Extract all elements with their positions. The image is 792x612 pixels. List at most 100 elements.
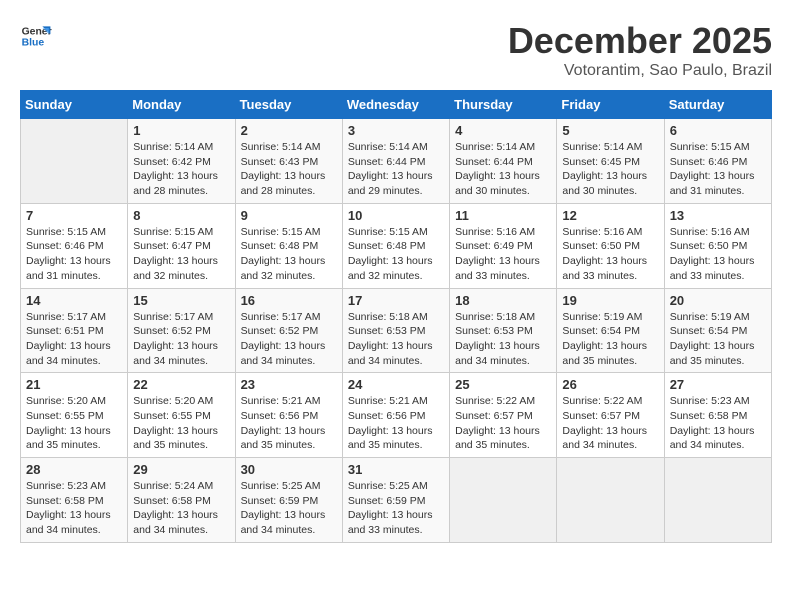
day-number: 9: [241, 208, 337, 223]
calendar-week-row: 1Sunrise: 5:14 AM Sunset: 6:42 PM Daylig…: [21, 119, 772, 204]
location-subtitle: Votorantim, Sao Paulo, Brazil: [508, 62, 772, 80]
day-number: 16: [241, 293, 337, 308]
day-info: Sunrise: 5:17 AM Sunset: 6:52 PM Dayligh…: [133, 310, 229, 369]
calendar-header-row: SundayMondayTuesdayWednesdayThursdayFrid…: [21, 91, 772, 119]
day-info: Sunrise: 5:21 AM Sunset: 6:56 PM Dayligh…: [348, 394, 444, 453]
day-info: Sunrise: 5:25 AM Sunset: 6:59 PM Dayligh…: [348, 479, 444, 538]
day-info: Sunrise: 5:14 AM Sunset: 6:44 PM Dayligh…: [455, 140, 551, 199]
calendar-cell: 7 Sunrise: 5:15 AM Sunset: 6:46 PM Daylig…: [21, 203, 128, 288]
page-header: General Blue December 2025 Votorantim, S…: [20, 20, 772, 80]
day-number: 21: [26, 377, 122, 392]
calendar-cell: [557, 458, 664, 543]
day-info: Sunrise: 5:20 AM Sunset: 6:55 PM Dayligh…: [26, 394, 122, 453]
calendar-cell: [21, 119, 128, 204]
month-title: December 2025: [508, 20, 772, 62]
calendar-header-thursday: Thursday: [450, 91, 557, 119]
day-info: Sunrise: 5:23 AM Sunset: 6:58 PM Dayligh…: [670, 394, 766, 453]
calendar-cell: 1Sunrise: 5:14 AM Sunset: 6:42 PM Daylig…: [128, 119, 235, 204]
calendar-cell: 15 Sunrise: 5:17 AM Sunset: 6:52 PM Dayli…: [128, 288, 235, 373]
calendar-cell: 24 Sunrise: 5:21 AM Sunset: 6:56 PM Dayli…: [342, 373, 449, 458]
calendar-cell: 5 Sunrise: 5:14 AM Sunset: 6:45 PM Daylig…: [557, 119, 664, 204]
day-number: 27: [670, 377, 766, 392]
calendar-header-wednesday: Wednesday: [342, 91, 449, 119]
calendar-header-saturday: Saturday: [664, 91, 771, 119]
day-number: 7: [26, 208, 122, 223]
calendar-cell: 20Sunrise: 5:19 AM Sunset: 6:54 PM Dayli…: [664, 288, 771, 373]
day-number: 30: [241, 462, 337, 477]
calendar-cell: 23Sunrise: 5:21 AM Sunset: 6:56 PM Dayli…: [235, 373, 342, 458]
day-number: 8: [133, 208, 229, 223]
day-number: 15: [133, 293, 229, 308]
calendar-week-row: 28 Sunrise: 5:23 AM Sunset: 6:58 PM Dayli…: [21, 458, 772, 543]
day-number: 14: [26, 293, 122, 308]
calendar-cell: 16 Sunrise: 5:17 AM Sunset: 6:52 PM Dayli…: [235, 288, 342, 373]
day-info: Sunrise: 5:16 AM Sunset: 6:49 PM Dayligh…: [455, 225, 551, 284]
calendar-cell: 17Sunrise: 5:18 AM Sunset: 6:53 PM Dayli…: [342, 288, 449, 373]
day-info: Sunrise: 5:15 AM Sunset: 6:46 PM Dayligh…: [670, 140, 766, 199]
calendar-cell: 19 Sunrise: 5:19 AM Sunset: 6:54 PM Dayli…: [557, 288, 664, 373]
calendar-cell: 3 Sunrise: 5:14 AM Sunset: 6:44 PM Daylig…: [342, 119, 449, 204]
calendar-cell: 13 Sunrise: 5:16 AM Sunset: 6:50 PM Dayli…: [664, 203, 771, 288]
day-number: 31: [348, 462, 444, 477]
day-info: Sunrise: 5:15 AM Sunset: 6:46 PM Dayligh…: [26, 225, 122, 284]
day-number: 22: [133, 377, 229, 392]
calendar-cell: 30Sunrise: 5:25 AM Sunset: 6:59 PM Dayli…: [235, 458, 342, 543]
day-number: 10: [348, 208, 444, 223]
calendar-cell: 27 Sunrise: 5:23 AM Sunset: 6:58 PM Dayli…: [664, 373, 771, 458]
day-number: 28: [26, 462, 122, 477]
day-info: Sunrise: 5:14 AM Sunset: 6:44 PM Dayligh…: [348, 140, 444, 199]
calendar-header-tuesday: Tuesday: [235, 91, 342, 119]
calendar-cell: 9 Sunrise: 5:15 AM Sunset: 6:48 PM Daylig…: [235, 203, 342, 288]
day-number: 13: [670, 208, 766, 223]
day-info: Sunrise: 5:16 AM Sunset: 6:50 PM Dayligh…: [670, 225, 766, 284]
day-number: 12: [562, 208, 658, 223]
day-number: 17: [348, 293, 444, 308]
day-number: 2: [241, 123, 337, 138]
calendar-cell: 6 Sunrise: 5:15 AM Sunset: 6:46 PM Daylig…: [664, 119, 771, 204]
calendar-week-row: 7 Sunrise: 5:15 AM Sunset: 6:46 PM Daylig…: [21, 203, 772, 288]
day-number: 23: [241, 377, 337, 392]
calendar-header-monday: Monday: [128, 91, 235, 119]
day-number: 24: [348, 377, 444, 392]
logo-icon: General Blue: [20, 20, 52, 52]
day-info: Sunrise: 5:14 AM Sunset: 6:42 PM Dayligh…: [133, 140, 229, 199]
day-number: 5: [562, 123, 658, 138]
title-block: December 2025 Votorantim, Sao Paulo, Bra…: [508, 20, 772, 80]
day-info: Sunrise: 5:22 AM Sunset: 6:57 PM Dayligh…: [455, 394, 551, 453]
day-info: Sunrise: 5:19 AM Sunset: 6:54 PM Dayligh…: [670, 310, 766, 369]
calendar-cell: 21 Sunrise: 5:20 AM Sunset: 6:55 PM Dayli…: [21, 373, 128, 458]
calendar-week-row: 14 Sunrise: 5:17 AM Sunset: 6:51 PM Dayli…: [21, 288, 772, 373]
day-number: 6: [670, 123, 766, 138]
day-info: Sunrise: 5:14 AM Sunset: 6:43 PM Dayligh…: [241, 140, 337, 199]
calendar-header-sunday: Sunday: [21, 91, 128, 119]
calendar-cell: 2 Sunrise: 5:14 AM Sunset: 6:43 PM Daylig…: [235, 119, 342, 204]
day-info: Sunrise: 5:23 AM Sunset: 6:58 PM Dayligh…: [26, 479, 122, 538]
day-info: Sunrise: 5:20 AM Sunset: 6:55 PM Dayligh…: [133, 394, 229, 453]
day-info: Sunrise: 5:14 AM Sunset: 6:45 PM Dayligh…: [562, 140, 658, 199]
day-number: 19: [562, 293, 658, 308]
day-info: Sunrise: 5:15 AM Sunset: 6:48 PM Dayligh…: [348, 225, 444, 284]
calendar-cell: 12 Sunrise: 5:16 AM Sunset: 6:50 PM Dayli…: [557, 203, 664, 288]
day-info: Sunrise: 5:22 AM Sunset: 6:57 PM Dayligh…: [562, 394, 658, 453]
day-info: Sunrise: 5:16 AM Sunset: 6:50 PM Dayligh…: [562, 225, 658, 284]
day-info: Sunrise: 5:17 AM Sunset: 6:51 PM Dayligh…: [26, 310, 122, 369]
day-info: Sunrise: 5:15 AM Sunset: 6:47 PM Dayligh…: [133, 225, 229, 284]
day-number: 11: [455, 208, 551, 223]
calendar-cell: 31 Sunrise: 5:25 AM Sunset: 6:59 PM Dayli…: [342, 458, 449, 543]
day-info: Sunrise: 5:24 AM Sunset: 6:58 PM Dayligh…: [133, 479, 229, 538]
calendar-cell: [450, 458, 557, 543]
calendar-cell: 28 Sunrise: 5:23 AM Sunset: 6:58 PM Dayli…: [21, 458, 128, 543]
calendar-cell: 14 Sunrise: 5:17 AM Sunset: 6:51 PM Dayli…: [21, 288, 128, 373]
day-number: 3: [348, 123, 444, 138]
day-info: Sunrise: 5:19 AM Sunset: 6:54 PM Dayligh…: [562, 310, 658, 369]
calendar-cell: 22 Sunrise: 5:20 AM Sunset: 6:55 PM Dayli…: [128, 373, 235, 458]
day-info: Sunrise: 5:17 AM Sunset: 6:52 PM Dayligh…: [241, 310, 337, 369]
day-number: 29: [133, 462, 229, 477]
calendar-week-row: 21 Sunrise: 5:20 AM Sunset: 6:55 PM Dayli…: [21, 373, 772, 458]
calendar-cell: 25Sunrise: 5:22 AM Sunset: 6:57 PM Dayli…: [450, 373, 557, 458]
calendar-cell: 10 Sunrise: 5:15 AM Sunset: 6:48 PM Dayli…: [342, 203, 449, 288]
logo: General Blue: [20, 20, 52, 52]
calendar-cell: 11 Sunrise: 5:16 AM Sunset: 6:49 PM Dayli…: [450, 203, 557, 288]
calendar-cell: 4Sunrise: 5:14 AM Sunset: 6:44 PM Daylig…: [450, 119, 557, 204]
day-info: Sunrise: 5:15 AM Sunset: 6:48 PM Dayligh…: [241, 225, 337, 284]
